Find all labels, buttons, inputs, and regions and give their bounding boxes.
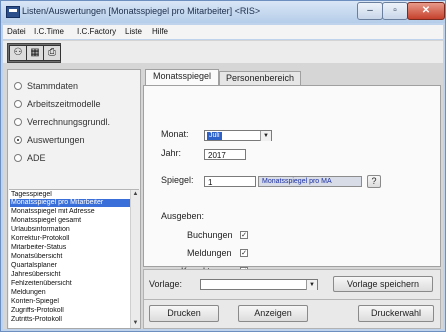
category-label: Stammdaten	[27, 81, 79, 91]
app-window: Listen/Auswertungen [Monatsspiegel pro M…	[0, 0, 446, 332]
radio-button[interactable]	[14, 100, 22, 108]
list-item[interactable]: Quartalsplaner	[10, 262, 131, 270]
tab-personenbereich[interactable]: Personenbereich	[219, 71, 301, 86]
report-list[interactable]: Tagesspiegel Monatsspiegel pro Mitarbeit…	[9, 189, 140, 328]
list-item[interactable]: Tagesspiegel	[10, 191, 131, 199]
category-label: Arbeitszeitmodelle	[27, 99, 101, 109]
chevron-down-icon[interactable]: ▼	[306, 280, 317, 290]
meldungen-checkbox[interactable]: ✓	[240, 249, 248, 257]
title-bar[interactable]: Listen/Auswertungen [Monatsspiegel pro M…	[1, 1, 445, 23]
list-item[interactable]: Konten-Spiegel	[10, 298, 131, 306]
menu-bar: Datei I.C.Time I.C.Factory Liste Hilfe	[3, 25, 443, 39]
jahr-input[interactable]: 2017	[204, 149, 246, 160]
menu-hilfe[interactable]: Hilfe	[152, 27, 168, 36]
printer-select-button[interactable]: Druckerwahl	[358, 305, 434, 322]
radio-button[interactable]	[14, 118, 22, 126]
main-content: Stammdaten Arbeitszeitmodelle Verrechnun…	[3, 63, 443, 329]
list-item[interactable]: Zugriffs-Protokoll	[10, 307, 131, 315]
menu-datei[interactable]: Datei	[7, 27, 26, 36]
printer-icon[interactable]: ⎙	[43, 45, 61, 61]
category-panel: Stammdaten Arbeitszeitmodelle Verrechnun…	[7, 69, 141, 329]
radio-button[interactable]	[14, 154, 22, 162]
list-item[interactable]: Mitarbeiter-Status	[10, 244, 131, 252]
tab-monatsspiegel[interactable]: Monatsspiegel	[145, 69, 219, 86]
buchungen-label: Buchungen	[187, 230, 233, 240]
list-item-selected[interactable]: Monatsspiegel pro Mitarbeiter	[10, 199, 131, 207]
close-button[interactable]: ✕	[407, 2, 445, 20]
menu-liste[interactable]: Liste	[125, 27, 142, 36]
buchungen-checkbox[interactable]: ✓	[240, 231, 248, 239]
divider	[144, 299, 440, 300]
list-item[interactable]: Monatsspiegel gesamt	[10, 217, 131, 225]
maximize-button[interactable]: ▫	[382, 2, 408, 20]
toolbar: ⚇ ▦ ⎙	[3, 40, 443, 64]
monat-value: Juli	[207, 132, 222, 140]
monat-label: Monat:	[161, 129, 189, 139]
scroll-up-icon[interactable]: ▲	[131, 190, 140, 199]
list-item[interactable]: Monatsspiegel mit Adresse	[10, 208, 131, 216]
menu-ic-factory[interactable]: I.C.Factory	[77, 27, 116, 36]
ausgeben-label: Ausgeben:	[161, 211, 205, 221]
action-panel: Vorlage: ▼ Vorlage speichern Drucken Anz…	[143, 269, 441, 329]
vorlage-label: Vorlage:	[149, 279, 183, 289]
list-item[interactable]: Korrektur-Protokoll	[10, 235, 131, 243]
app-icon	[6, 6, 20, 18]
spiegel-help-button[interactable]: ?	[367, 175, 381, 188]
jahr-label: Jahr:	[161, 148, 182, 158]
monat-select[interactable]: Juli ▼	[204, 130, 272, 141]
vertical-scrollbar[interactable]: ▲ ▼	[130, 190, 140, 328]
list-item[interactable]: Jahresübersicht	[10, 271, 131, 279]
spiegel-description: Monatsspiegel pro MA	[258, 176, 362, 187]
print-button[interactable]: Drucken	[149, 305, 219, 322]
spiegel-label: Spiegel:	[161, 175, 194, 185]
radio-button[interactable]	[14, 82, 22, 90]
minimize-button[interactable]: –	[357, 2, 383, 20]
meldungen-label: Meldungen	[187, 248, 232, 258]
list-item[interactable]: Zutritts-Protokoll	[10, 316, 131, 324]
radio-button-selected[interactable]	[14, 136, 22, 144]
show-button[interactable]: Anzeigen	[238, 305, 308, 322]
toolbar-button-group: ⚇ ▦ ⎙	[7, 43, 61, 63]
people-icon[interactable]: ⚇	[9, 45, 27, 61]
category-label: ADE	[27, 153, 46, 163]
save-template-button[interactable]: Vorlage speichern	[333, 276, 433, 292]
menu-ic-time[interactable]: I.C.Time	[34, 27, 64, 36]
monatsspiegel-panel: Monat: Juli ▼ Jahr: 2017 Spiegel: 1 Mona…	[143, 85, 441, 276]
chevron-down-icon[interactable]: ▼	[260, 131, 271, 141]
list-item[interactable]: Urlaubsinformation	[10, 226, 131, 234]
tab-strip: Monatsspiegel Personenbereich	[143, 69, 439, 86]
list-item[interactable]: Meldungen	[10, 289, 131, 297]
table-icon[interactable]: ▦	[26, 45, 44, 61]
category-label: Auswertungen	[27, 135, 85, 145]
spiegel-input[interactable]: 1	[204, 176, 256, 187]
window-title: Listen/Auswertungen [Monatsspiegel pro M…	[22, 6, 261, 16]
vorlage-select[interactable]: ▼	[200, 279, 318, 290]
list-item[interactable]: Fehlzeitenübersicht	[10, 280, 131, 288]
list-item[interactable]: Monatsübersicht	[10, 253, 131, 261]
scroll-down-icon[interactable]: ▼	[131, 319, 140, 328]
category-label: Verrechnungsgrundl.	[27, 117, 111, 127]
